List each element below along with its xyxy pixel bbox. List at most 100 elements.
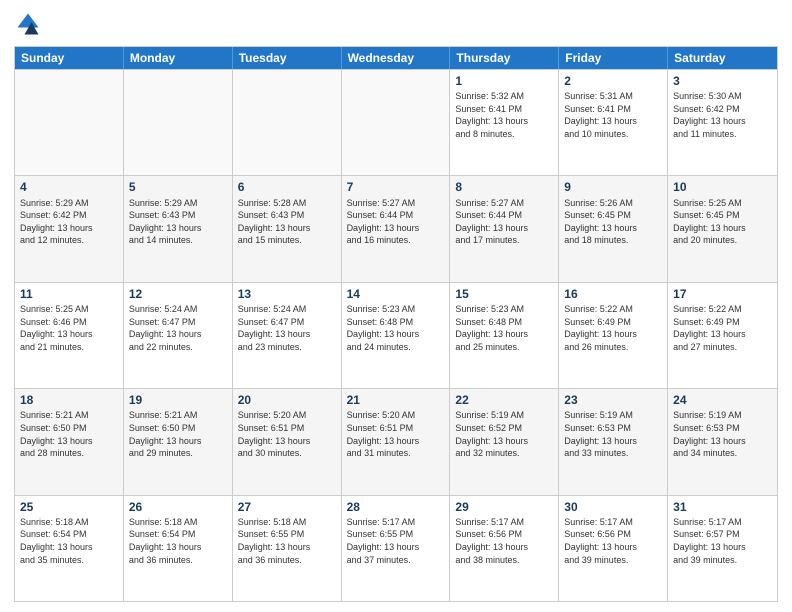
cell-info: Sunrise: 5:29 AM Sunset: 6:43 PM Dayligh… <box>129 197 227 247</box>
cell-info: Sunrise: 5:17 AM Sunset: 6:56 PM Dayligh… <box>455 516 553 566</box>
cal-cell <box>342 70 451 175</box>
calendar-header: SundayMondayTuesdayWednesdayThursdayFrid… <box>15 47 777 69</box>
cell-info: Sunrise: 5:19 AM Sunset: 6:52 PM Dayligh… <box>455 409 553 459</box>
cell-info: Sunrise: 5:32 AM Sunset: 6:41 PM Dayligh… <box>455 90 553 140</box>
cell-info: Sunrise: 5:26 AM Sunset: 6:45 PM Dayligh… <box>564 197 662 247</box>
cell-info: Sunrise: 5:20 AM Sunset: 6:51 PM Dayligh… <box>238 409 336 459</box>
cal-cell: 8 Sunrise: 5:27 AM Sunset: 6:44 PM Daylig… <box>450 176 559 281</box>
cal-cell: 31Sunrise: 5:17 AM Sunset: 6:57 PM Dayli… <box>668 496 777 601</box>
header-cell-tuesday: Tuesday <box>233 47 342 69</box>
cell-info: Sunrise: 5:27 AM Sunset: 6:44 PM Dayligh… <box>455 197 553 247</box>
day-number: 22 <box>455 392 553 408</box>
day-number: 16 <box>564 286 662 302</box>
day-number: 13 <box>238 286 336 302</box>
cal-cell: 7 Sunrise: 5:27 AM Sunset: 6:44 PM Daylig… <box>342 176 451 281</box>
cal-cell: 11Sunrise: 5:25 AM Sunset: 6:46 PM Dayli… <box>15 283 124 388</box>
cell-info: Sunrise: 5:23 AM Sunset: 6:48 PM Dayligh… <box>455 303 553 353</box>
cal-cell: 29Sunrise: 5:17 AM Sunset: 6:56 PM Dayli… <box>450 496 559 601</box>
day-number: 31 <box>673 499 772 515</box>
cell-info: Sunrise: 5:31 AM Sunset: 6:41 PM Dayligh… <box>564 90 662 140</box>
cal-cell: 30Sunrise: 5:17 AM Sunset: 6:56 PM Dayli… <box>559 496 668 601</box>
cal-cell: 21Sunrise: 5:20 AM Sunset: 6:51 PM Dayli… <box>342 389 451 494</box>
cell-info: Sunrise: 5:22 AM Sunset: 6:49 PM Dayligh… <box>673 303 772 353</box>
header-cell-saturday: Saturday <box>668 47 777 69</box>
cell-info: Sunrise: 5:17 AM Sunset: 6:55 PM Dayligh… <box>347 516 445 566</box>
day-number: 1 <box>455 73 553 89</box>
day-number: 28 <box>347 499 445 515</box>
day-number: 8 <box>455 179 553 195</box>
cal-cell: 25Sunrise: 5:18 AM Sunset: 6:54 PM Dayli… <box>15 496 124 601</box>
day-number: 11 <box>20 286 118 302</box>
cal-cell: 26Sunrise: 5:18 AM Sunset: 6:54 PM Dayli… <box>124 496 233 601</box>
cal-cell: 14Sunrise: 5:23 AM Sunset: 6:48 PM Dayli… <box>342 283 451 388</box>
header <box>14 10 778 38</box>
header-cell-wednesday: Wednesday <box>342 47 451 69</box>
day-number: 2 <box>564 73 662 89</box>
day-number: 23 <box>564 392 662 408</box>
page: SundayMondayTuesdayWednesdayThursdayFrid… <box>0 0 792 612</box>
cell-info: Sunrise: 5:17 AM Sunset: 6:56 PM Dayligh… <box>564 516 662 566</box>
day-number: 30 <box>564 499 662 515</box>
cal-cell: 24Sunrise: 5:19 AM Sunset: 6:53 PM Dayli… <box>668 389 777 494</box>
day-number: 15 <box>455 286 553 302</box>
cell-info: Sunrise: 5:27 AM Sunset: 6:44 PM Dayligh… <box>347 197 445 247</box>
cal-cell: 9 Sunrise: 5:26 AM Sunset: 6:45 PM Daylig… <box>559 176 668 281</box>
cell-info: Sunrise: 5:25 AM Sunset: 6:45 PM Dayligh… <box>673 197 772 247</box>
day-number: 29 <box>455 499 553 515</box>
day-number: 5 <box>129 179 227 195</box>
cal-row-0: 1Sunrise: 5:32 AM Sunset: 6:41 PM Daylig… <box>15 69 777 175</box>
cell-info: Sunrise: 5:24 AM Sunset: 6:47 PM Dayligh… <box>238 303 336 353</box>
calendar: SundayMondayTuesdayWednesdayThursdayFrid… <box>14 46 778 602</box>
cal-row-2: 11Sunrise: 5:25 AM Sunset: 6:46 PM Dayli… <box>15 282 777 388</box>
day-number: 26 <box>129 499 227 515</box>
cal-row-3: 18Sunrise: 5:21 AM Sunset: 6:50 PM Dayli… <box>15 388 777 494</box>
cal-cell: 17Sunrise: 5:22 AM Sunset: 6:49 PM Dayli… <box>668 283 777 388</box>
day-number: 17 <box>673 286 772 302</box>
cal-cell: 28Sunrise: 5:17 AM Sunset: 6:55 PM Dayli… <box>342 496 451 601</box>
day-number: 24 <box>673 392 772 408</box>
cal-cell: 1Sunrise: 5:32 AM Sunset: 6:41 PM Daylig… <box>450 70 559 175</box>
logo <box>14 10 46 38</box>
header-cell-thursday: Thursday <box>450 47 559 69</box>
cal-cell: 6 Sunrise: 5:28 AM Sunset: 6:43 PM Daylig… <box>233 176 342 281</box>
cell-info: Sunrise: 5:21 AM Sunset: 6:50 PM Dayligh… <box>129 409 227 459</box>
cal-cell <box>233 70 342 175</box>
day-number: 21 <box>347 392 445 408</box>
cal-cell: 27Sunrise: 5:18 AM Sunset: 6:55 PM Dayli… <box>233 496 342 601</box>
cell-info: Sunrise: 5:22 AM Sunset: 6:49 PM Dayligh… <box>564 303 662 353</box>
cell-info: Sunrise: 5:23 AM Sunset: 6:48 PM Dayligh… <box>347 303 445 353</box>
cal-cell: 15Sunrise: 5:23 AM Sunset: 6:48 PM Dayli… <box>450 283 559 388</box>
header-cell-monday: Monday <box>124 47 233 69</box>
cal-cell: 22Sunrise: 5:19 AM Sunset: 6:52 PM Dayli… <box>450 389 559 494</box>
cell-info: Sunrise: 5:19 AM Sunset: 6:53 PM Dayligh… <box>673 409 772 459</box>
cell-info: Sunrise: 5:18 AM Sunset: 6:54 PM Dayligh… <box>129 516 227 566</box>
day-number: 6 <box>238 179 336 195</box>
calendar-body: 1Sunrise: 5:32 AM Sunset: 6:41 PM Daylig… <box>15 69 777 601</box>
day-number: 25 <box>20 499 118 515</box>
cal-cell: 5 Sunrise: 5:29 AM Sunset: 6:43 PM Daylig… <box>124 176 233 281</box>
day-number: 9 <box>564 179 662 195</box>
day-number: 10 <box>673 179 772 195</box>
cal-cell: 12Sunrise: 5:24 AM Sunset: 6:47 PM Dayli… <box>124 283 233 388</box>
day-number: 7 <box>347 179 445 195</box>
cal-cell: 2Sunrise: 5:31 AM Sunset: 6:41 PM Daylig… <box>559 70 668 175</box>
cell-info: Sunrise: 5:24 AM Sunset: 6:47 PM Dayligh… <box>129 303 227 353</box>
day-number: 12 <box>129 286 227 302</box>
day-number: 14 <box>347 286 445 302</box>
day-number: 19 <box>129 392 227 408</box>
day-number: 4 <box>20 179 118 195</box>
cell-info: Sunrise: 5:19 AM Sunset: 6:53 PM Dayligh… <box>564 409 662 459</box>
cal-cell: 10 Sunrise: 5:25 AM Sunset: 6:45 PM Dayli… <box>668 176 777 281</box>
logo-icon <box>14 10 42 38</box>
cal-cell: 19Sunrise: 5:21 AM Sunset: 6:50 PM Dayli… <box>124 389 233 494</box>
cal-cell: 13Sunrise: 5:24 AM Sunset: 6:47 PM Dayli… <box>233 283 342 388</box>
cell-info: Sunrise: 5:20 AM Sunset: 6:51 PM Dayligh… <box>347 409 445 459</box>
cell-info: Sunrise: 5:18 AM Sunset: 6:54 PM Dayligh… <box>20 516 118 566</box>
cal-cell: 20Sunrise: 5:20 AM Sunset: 6:51 PM Dayli… <box>233 389 342 494</box>
cal-cell: 16Sunrise: 5:22 AM Sunset: 6:49 PM Dayli… <box>559 283 668 388</box>
cell-info: Sunrise: 5:18 AM Sunset: 6:55 PM Dayligh… <box>238 516 336 566</box>
cell-info: Sunrise: 5:28 AM Sunset: 6:43 PM Dayligh… <box>238 197 336 247</box>
day-number: 3 <box>673 73 772 89</box>
cal-cell: 23Sunrise: 5:19 AM Sunset: 6:53 PM Dayli… <box>559 389 668 494</box>
day-number: 27 <box>238 499 336 515</box>
